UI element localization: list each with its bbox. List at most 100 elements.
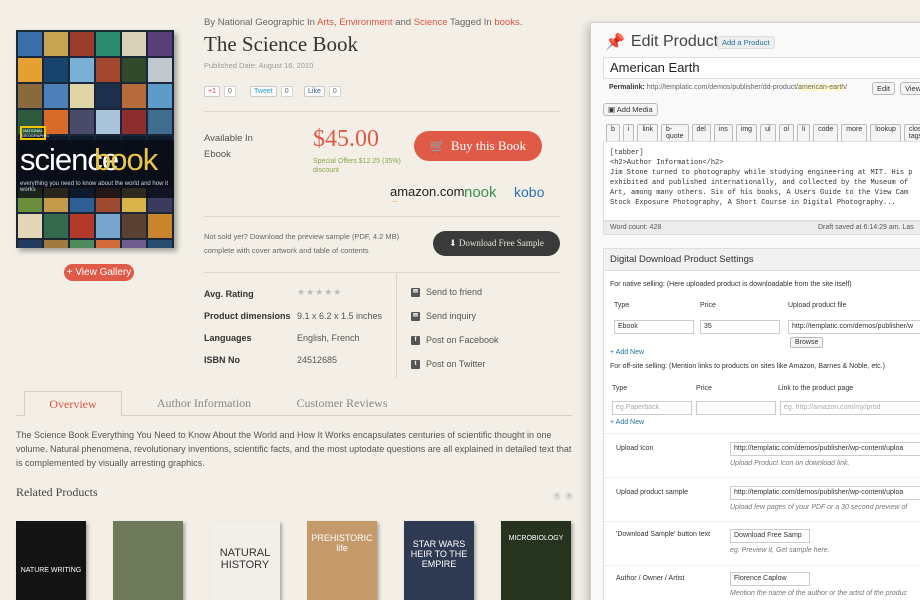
quicktag-button[interactable]: del <box>691 124 711 142</box>
related-book[interactable] <box>113 521 183 600</box>
special-offer: Special Offers $12.25 (35%) discount <box>313 158 401 174</box>
envelope-icon: ✉ <box>411 287 420 297</box>
facebook-icon: f <box>411 335 420 345</box>
offsite-link-input[interactable]: eg. http://amazon.com/my/prod <box>780 401 920 415</box>
overview-description: The Science Book Everything You Need to … <box>16 430 572 468</box>
permalink-slug[interactable]: american-earth <box>798 84 846 91</box>
upload-sample-input[interactable]: http://templatic.com/demos/publisher/wp-… <box>730 486 920 500</box>
facebook-like[interactable]: Like 0 <box>304 86 341 97</box>
offsite-price-input[interactable] <box>696 401 776 415</box>
amazon-logo: amazon.com <box>390 184 465 199</box>
add-media-button[interactable]: ▣ Add Media <box>603 103 658 116</box>
download-button-text-hint: eg. Preview it, Get sample here. <box>730 547 830 554</box>
quicktag-button[interactable]: ul <box>760 124 776 142</box>
quicktag-button[interactable]: li <box>796 124 811 142</box>
kobo-store-link[interactable]: kobo <box>514 184 544 200</box>
gplus-share[interactable]: +1 0 <box>204 86 236 97</box>
attr-value-languages: English, French <box>297 333 360 343</box>
amazon-store-link[interactable]: amazon.com ⌣ <box>390 184 465 206</box>
content-editor[interactable]: [tabber] <h2>Author Information</h2> Jim S… <box>603 141 920 221</box>
add-new-native-link[interactable]: + Add New <box>610 349 644 356</box>
upload-file-input[interactable]: http://templatic.com/demos/publisher/w <box>788 320 920 334</box>
quicktag-button[interactable]: ins <box>713 124 733 142</box>
related-book-title: NATURE WRITING <box>20 567 82 574</box>
download-sample-button[interactable]: ⬇ Download Free Sample <box>433 231 560 256</box>
related-book[interactable]: NATURAL HISTORY <box>210 521 280 600</box>
availability: Available In Ebook <box>204 131 253 163</box>
browse-button[interactable]: Browse <box>790 337 824 348</box>
view-gallery-button[interactable]: + View Gallery <box>64 264 134 281</box>
byline-tagged: Tagged In <box>449 17 492 28</box>
book-cover[interactable]: NATIONAL GEOGRAPHIC science book everyth… <box>16 30 174 248</box>
col-type: Type <box>614 302 630 309</box>
post-twitter-link[interactable]: t Post on Twitter <box>411 359 485 369</box>
send-to-friend-link[interactable]: ✉ Send to friend <box>411 287 482 297</box>
quicktag-button[interactable]: ol <box>778 124 794 142</box>
quicktag-button[interactable]: b <box>606 124 620 142</box>
like-count: 0 <box>328 86 341 97</box>
buy-book-button[interactable]: 🛒 Buy this Book <box>414 131 542 161</box>
editor-line: <h2>Author Information</h2> <box>610 159 724 167</box>
rating-stars[interactable]: ★★★★★ <box>297 287 342 298</box>
add-new-offsite-link[interactable]: + Add New <box>610 419 644 426</box>
post-facebook-link[interactable]: f Post on Facebook <box>411 335 499 345</box>
offsite-type-input[interactable]: eg.Paperback <box>612 401 692 415</box>
col-link: Link to the product page <box>778 385 854 392</box>
divider <box>204 272 560 273</box>
related-book[interactable]: NATURE WRITING <box>16 521 86 600</box>
meta-box-title[interactable]: Digital Download Product Settings <box>604 249 920 271</box>
category-link-environment[interactable]: Environment <box>339 17 392 28</box>
action-label: Send to friend <box>426 287 483 297</box>
author-input[interactable]: Florence Caplow <box>730 572 810 586</box>
add-product-button[interactable]: Add a Product <box>717 36 775 49</box>
action-label: Send inquiry <box>426 311 477 321</box>
chevron-right-icon[interactable]: › <box>565 492 573 500</box>
tab-overview[interactable]: Overview <box>24 391 122 417</box>
price: $45.00 <box>313 126 379 152</box>
tag-link-books[interactable]: books <box>494 17 519 28</box>
type-input[interactable]: Ebook <box>614 320 694 334</box>
quicktag-button[interactable]: b-quote <box>660 124 689 142</box>
quicktag-button[interactable]: close tags <box>903 124 920 142</box>
view-post-button[interactable]: View <box>900 82 920 95</box>
price-input[interactable]: 35 <box>700 320 780 334</box>
attr-label-rating: Avg. Rating <box>204 289 254 299</box>
product-tabs: Overview Author Information Customer Rev… <box>16 391 572 417</box>
divider <box>604 565 920 566</box>
download-button-text-input[interactable]: Download Free Samp <box>730 529 810 543</box>
edit-permalink-button[interactable]: Edit <box>872 82 895 95</box>
upload-icon-input[interactable]: http://templatic.com/demos/publisher/wp-… <box>730 442 920 456</box>
category-link-science[interactable]: Science <box>414 17 448 28</box>
download-settings-box: Digital Download Product Settings For na… <box>603 248 920 600</box>
chevron-left-icon[interactable]: ‹ <box>553 492 561 500</box>
quicktag-button[interactable]: more <box>841 124 868 142</box>
quicktag-button[interactable]: img <box>735 124 758 142</box>
word-count: Word count: 428 <box>610 224 662 231</box>
available-label: Available In <box>204 133 253 144</box>
tab-author-information[interactable]: Author Information <box>134 391 274 416</box>
category-link-arts[interactable]: Arts <box>317 17 334 28</box>
nook-store-link[interactable]: nook <box>464 184 497 201</box>
upload-icon-label: Upload Icon <box>616 445 654 452</box>
related-book[interactable]: MICROBIOLOGY <box>501 521 571 600</box>
author-label: Author / Owner / Artist <box>616 575 685 582</box>
action-label: Post on Facebook <box>426 335 499 345</box>
quicktag-button[interactable]: link <box>637 124 658 142</box>
col-price: Price <box>700 302 716 309</box>
send-inquiry-link[interactable]: ✉ Send inquiry <box>411 311 476 321</box>
offsite-selling-label: For off-site selling: (Mention links to … <box>610 363 885 370</box>
envelope-icon: ✉ <box>411 311 420 321</box>
quicktag-button[interactable]: i <box>622 124 635 142</box>
post-title-input[interactable]: American Earth <box>603 57 920 79</box>
page-title: The Science Book <box>204 32 358 56</box>
tweet-share[interactable]: Tweet 0 <box>250 86 293 97</box>
divider <box>604 521 920 522</box>
quicktag-button[interactable]: lookup <box>870 124 901 142</box>
quicktag-button[interactable]: code <box>813 124 839 142</box>
byline-prefix: By National Geographic In <box>204 17 315 28</box>
tab-customer-reviews[interactable]: Customer Reviews <box>282 391 402 416</box>
upload-sample-label: Upload product sample <box>616 489 688 496</box>
permalink-url[interactable]: http://templatic.com/demos/publisher/dd-… <box>647 84 798 91</box>
related-book[interactable]: STAR WARS HEIR TO THE EMPIRE <box>404 521 474 600</box>
related-book[interactable]: PREHISTORIC life <box>307 521 377 600</box>
